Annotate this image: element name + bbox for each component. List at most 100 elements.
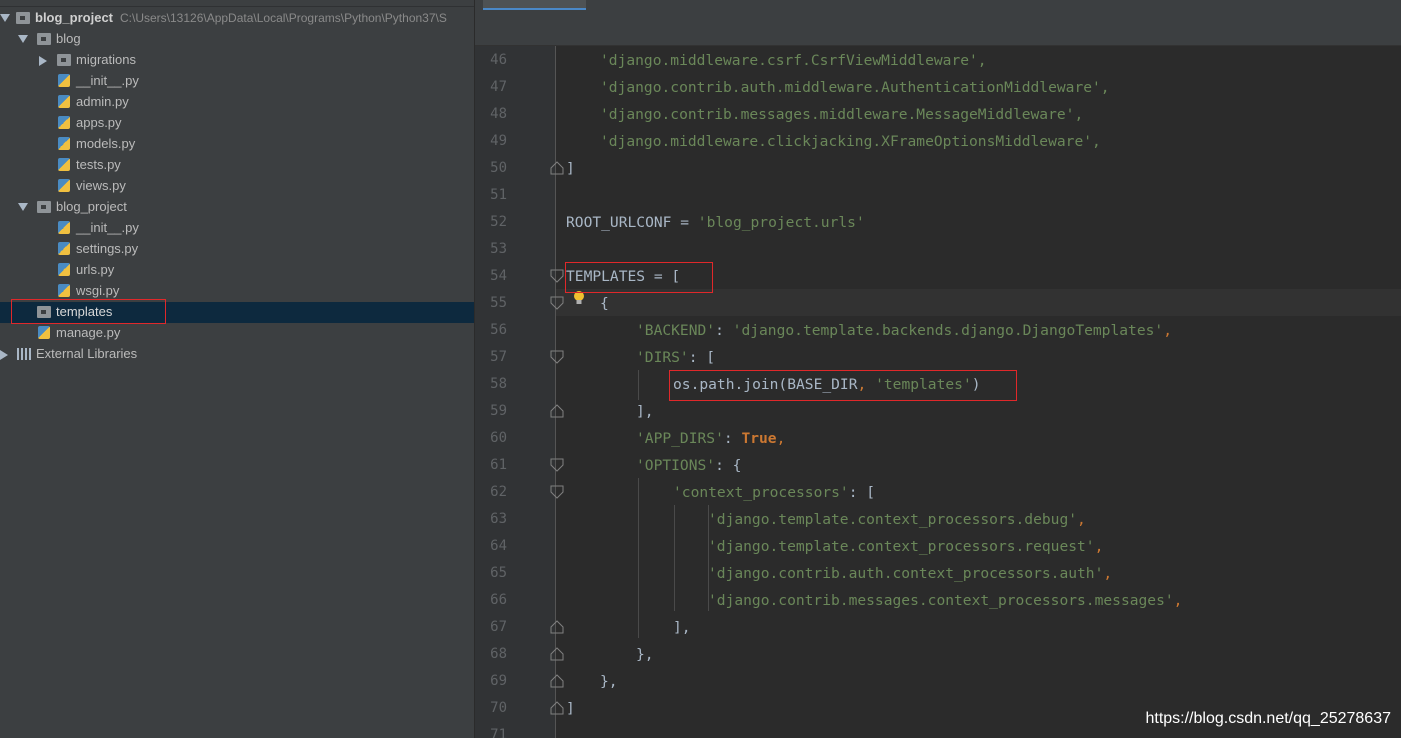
tree-item-apps[interactable]: apps.py <box>0 113 474 134</box>
line-number: 67 <box>490 619 507 635</box>
python-file-icon <box>58 242 70 255</box>
code-line-50: ] <box>566 160 575 177</box>
library-icon <box>17 348 32 360</box>
highlight-box-templates-folder <box>11 299 166 324</box>
line-number: 55 <box>490 295 507 311</box>
line-number: 66 <box>490 592 507 608</box>
indent-guide <box>638 478 639 638</box>
highlight-box-templates-setting <box>565 262 713 293</box>
tree-item-urls[interactable]: urls.py <box>0 260 474 281</box>
tree-item-project-init[interactable]: __init__.py <box>0 218 474 239</box>
tree-item-label: settings.py <box>76 241 139 256</box>
fold-start-icon[interactable] <box>550 458 564 472</box>
chevron-right-icon[interactable] <box>0 350 8 360</box>
code-line-55: { <box>600 295 609 312</box>
folder-icon <box>37 201 51 213</box>
tree-item-views[interactable]: views.py <box>0 176 474 197</box>
fold-end-icon[interactable] <box>550 647 564 661</box>
fold-end-icon[interactable] <box>550 161 564 175</box>
tree-item-manage[interactable]: manage.py <box>0 323 474 344</box>
tree-root-label: blog_project <box>35 10 114 25</box>
code-line-49: 'django.middleware.clickjacking.XFrameOp… <box>600 133 1101 150</box>
chevron-down-icon[interactable] <box>0 14 10 22</box>
highlight-box-dirs-path <box>669 370 1017 401</box>
tree-item-external-libraries[interactable]: External Libraries <box>0 344 474 365</box>
tree-item-blog-init[interactable]: __init__.py <box>0 71 474 92</box>
code-line-52: ROOT_URLCONF = 'blog_project.urls' <box>566 214 865 231</box>
code-line-67: ], <box>673 619 691 636</box>
project-header-strip <box>0 0 474 7</box>
folder-icon <box>16 12 30 24</box>
indent-guide <box>674 505 675 611</box>
code-line-64: 'django.template.context_processors.requ… <box>708 538 1104 555</box>
line-number: 56 <box>490 322 507 338</box>
code-line-57: 'DIRS': [ <box>636 349 716 366</box>
python-file-icon <box>58 95 70 108</box>
tab-settings-py[interactable] <box>483 0 586 10</box>
line-number: 58 <box>490 376 507 392</box>
code-line-46: 'django.middleware.csrf.CsrfViewMiddlewa… <box>600 52 987 69</box>
line-number: 59 <box>490 403 507 419</box>
line-number: 57 <box>490 349 507 365</box>
fold-end-icon[interactable] <box>550 701 564 715</box>
chevron-down-icon[interactable] <box>18 35 28 43</box>
tree-item-label: blog_project <box>56 199 127 214</box>
folder-icon <box>57 54 71 66</box>
tree-item-label: apps.py <box>76 115 122 130</box>
code-line-60: 'APP_DIRS': True, <box>636 430 786 447</box>
code-line-66: 'django.contrib.messages.context_process… <box>708 592 1183 609</box>
tree-root-blog-project[interactable]: blog_project C:\Users\13126\AppData\Loca… <box>0 8 474 29</box>
fold-end-icon[interactable] <box>550 674 564 688</box>
chevron-right-icon[interactable] <box>39 56 47 66</box>
line-number: 47 <box>490 79 507 95</box>
code-line-63: 'django.template.context_processors.debu… <box>708 511 1086 528</box>
code-line-68: }, <box>636 646 654 663</box>
tree-item-admin[interactable]: admin.py <box>0 92 474 113</box>
line-number: 70 <box>490 700 507 716</box>
line-number: 54 <box>490 268 507 284</box>
tree-item-label: __init__.py <box>76 220 139 235</box>
fold-start-icon[interactable] <box>550 350 564 364</box>
tree-item-label: blog <box>56 31 81 46</box>
code-line-48: 'django.contrib.messages.middleware.Mess… <box>600 106 1084 123</box>
line-number: 68 <box>490 646 507 662</box>
fold-end-icon[interactable] <box>550 620 564 634</box>
line-number: 65 <box>490 565 507 581</box>
tree-item-settings[interactable]: settings.py <box>0 239 474 260</box>
python-file-icon <box>58 137 70 150</box>
python-file-icon <box>58 158 70 171</box>
python-file-icon <box>38 326 50 339</box>
line-number: 50 <box>490 160 507 176</box>
fold-start-icon[interactable] <box>550 485 564 499</box>
line-number: 60 <box>490 430 507 446</box>
python-file-icon <box>58 263 70 276</box>
code-editor[interactable]: 'django.middleware.csrf.CsrfViewMiddlewa… <box>475 0 1401 738</box>
tree-item-label: urls.py <box>76 262 115 277</box>
tree-item-models[interactable]: models.py <box>0 134 474 155</box>
python-file-icon <box>58 179 70 192</box>
tree-item-label: migrations <box>76 52 136 67</box>
tree-item-migrations[interactable]: migrations <box>0 50 474 71</box>
tree-item-label: tests.py <box>76 157 121 172</box>
tree-root-path: C:\Users\13126\AppData\Local\Programs\Py… <box>120 11 447 25</box>
code-line-70: ] <box>566 700 575 717</box>
chevron-down-icon[interactable] <box>18 203 28 211</box>
code-line-69: }, <box>600 673 618 690</box>
tree-item-label: External Libraries <box>36 346 138 361</box>
tree-item-label: __init__.py <box>76 73 139 88</box>
tree-item-tests[interactable]: tests.py <box>0 155 474 176</box>
fold-start-icon[interactable] <box>550 296 564 310</box>
tree-item-blog-project[interactable]: blog_project <box>0 197 474 218</box>
tree-item-label: manage.py <box>56 325 121 340</box>
python-file-icon <box>58 74 70 87</box>
python-file-icon <box>58 284 70 297</box>
code-line-56: 'BACKEND': 'django.template.backends.dja… <box>636 322 1172 339</box>
fold-start-icon[interactable] <box>550 269 564 283</box>
fold-end-icon[interactable] <box>550 404 564 418</box>
code-line-62: 'context_processors': [ <box>673 484 876 501</box>
line-number: 53 <box>490 241 507 257</box>
folder-icon <box>37 33 51 45</box>
code-line-61: 'OPTIONS': { <box>636 457 742 474</box>
indent-guide <box>638 370 639 400</box>
tree-item-blog[interactable]: blog <box>0 29 474 50</box>
